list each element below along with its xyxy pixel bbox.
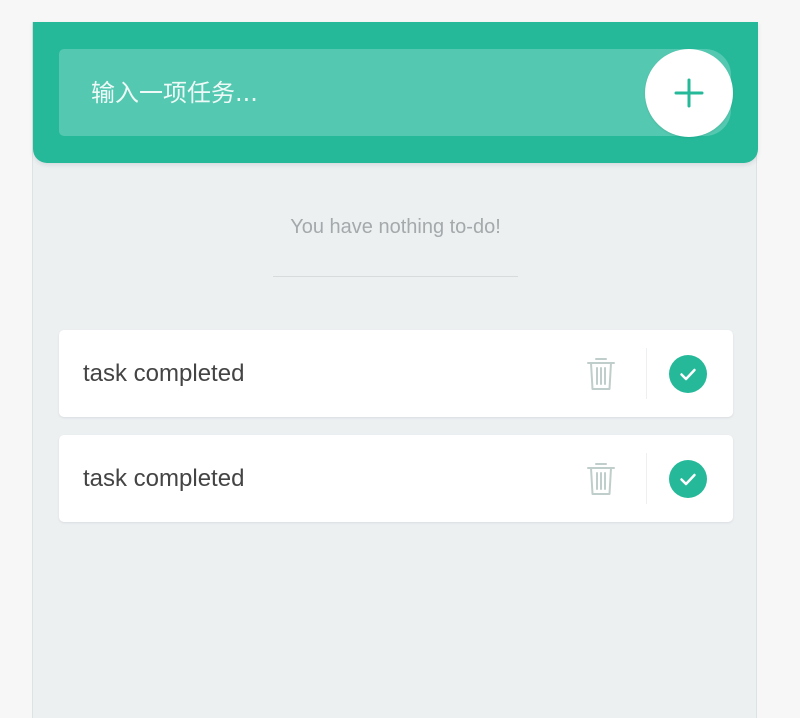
todo-item-text: task completed xyxy=(83,360,245,387)
plus-icon xyxy=(645,78,733,108)
check-circle-icon xyxy=(669,460,707,498)
item-action-divider xyxy=(646,348,647,399)
completed-todo-list: task completed task completed xyxy=(59,330,733,540)
check-circle-icon xyxy=(669,355,707,393)
todo-item: task completed xyxy=(59,435,733,522)
empty-state-message: You have nothing to-do! xyxy=(290,216,501,238)
todo-item-text: task completed xyxy=(83,465,245,492)
task-input[interactable] xyxy=(59,49,649,136)
complete-task-button[interactable] xyxy=(669,460,707,498)
delete-task-button[interactable] xyxy=(579,457,623,501)
complete-task-button[interactable] xyxy=(669,355,707,393)
trash-icon xyxy=(579,463,623,504)
task-input-container xyxy=(59,49,731,136)
add-task-button[interactable] xyxy=(645,49,733,137)
trash-icon xyxy=(579,358,623,399)
empty-state-divider xyxy=(273,276,518,277)
todo-item: task completed xyxy=(59,330,733,417)
item-action-divider xyxy=(646,453,647,504)
todo-app: You have nothing to-do! task completed xyxy=(32,22,758,718)
delete-task-button[interactable] xyxy=(579,352,623,396)
header xyxy=(33,22,758,163)
